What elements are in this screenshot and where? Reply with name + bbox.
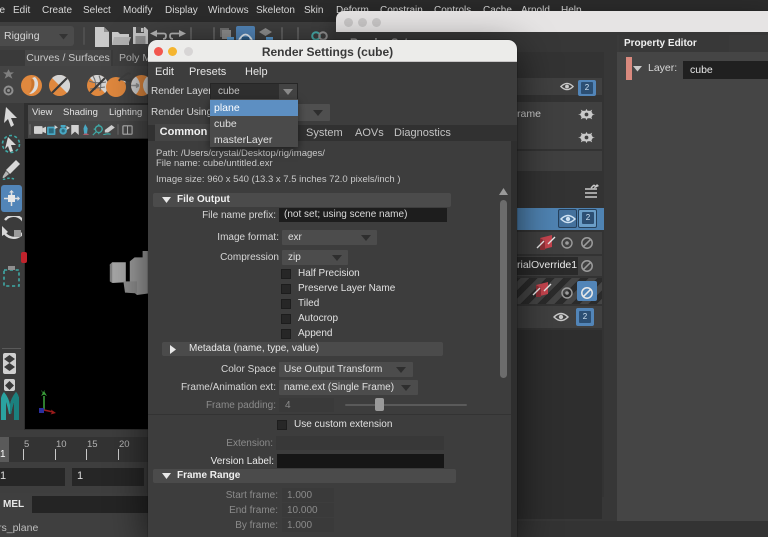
svg-text:Y: Y	[41, 391, 45, 397]
